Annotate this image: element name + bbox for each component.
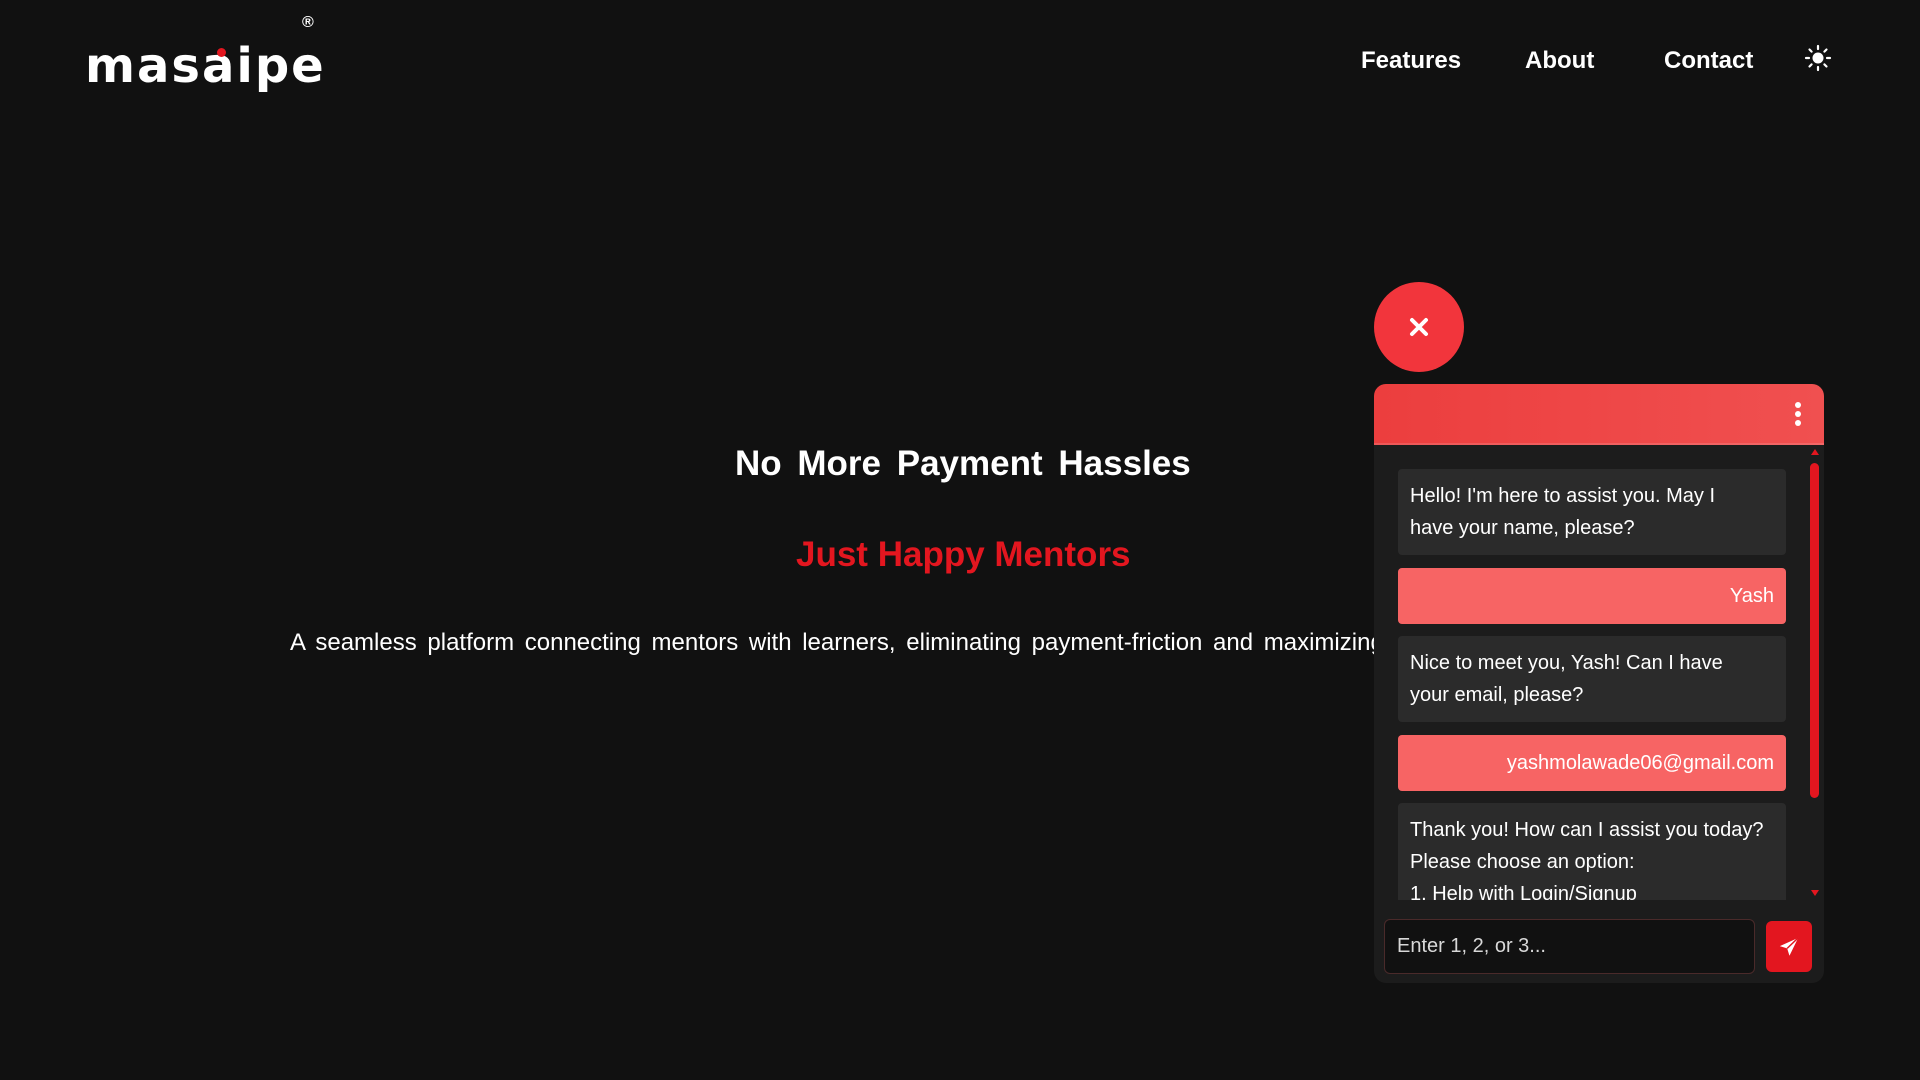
- hero-title-word: No: [735, 444, 782, 483]
- message-line: have your name, please?: [1410, 517, 1635, 539]
- scroll-up-arrow-icon[interactable]: [1811, 449, 1819, 455]
- hero-title-word: Hassles: [1058, 444, 1191, 483]
- hero-title: No More Payment Hassles: [735, 444, 1191, 484]
- registered-mark: ®: [302, 14, 314, 31]
- chat-input-row: [1384, 919, 1814, 974]
- hero-subtitle-word: Mentors: [994, 535, 1131, 574]
- send-button[interactable]: [1766, 921, 1812, 972]
- chat-input[interactable]: [1384, 919, 1755, 974]
- chat-messages[interactable]: Hello! I'm here to assist you. May I hav…: [1374, 445, 1824, 900]
- message-line: Hello! I'm here to assist you. May I: [1410, 485, 1716, 507]
- close-icon: [1410, 318, 1428, 336]
- logo-dot: [217, 48, 226, 57]
- send-icon: [1779, 936, 1799, 956]
- scroll-thumb[interactable]: [1810, 463, 1819, 798]
- nav-features[interactable]: Features: [1361, 47, 1461, 75]
- nav-about[interactable]: About: [1525, 47, 1594, 75]
- hero-title-word: More: [797, 444, 882, 483]
- hero-description: A seamless platform connecting mentors w…: [290, 629, 1403, 656]
- chat-scrollbar[interactable]: [1809, 445, 1821, 900]
- hero-subtitle-word: Happy: [877, 535, 985, 574]
- hero-subtitle-word: Just: [796, 535, 868, 574]
- message-line: Please choose an option:: [1410, 851, 1635, 873]
- bot-message: Thank you! How can I assist you today? P…: [1398, 803, 1786, 900]
- hero-subtitle: Just Happy Mentors: [796, 535, 1131, 575]
- hero-title-word: Payment: [896, 444, 1043, 483]
- nav-contact[interactable]: Contact: [1664, 47, 1753, 75]
- close-chat-button[interactable]: [1374, 282, 1464, 372]
- message-line: 1. Help with Login/Signup: [1410, 883, 1637, 900]
- bot-message: Hello! I'm here to assist you. May I hav…: [1398, 469, 1786, 555]
- message-line: Nice to meet you, Yash! Can I have: [1410, 652, 1723, 674]
- user-message: yashmolawade06@gmail.com: [1398, 735, 1786, 791]
- message-line: your email, please?: [1410, 684, 1584, 706]
- chat-window: Hello! I'm here to assist you. May I hav…: [1374, 384, 1824, 983]
- message-line: Thank you! How can I assist you today?: [1410, 819, 1764, 841]
- chat-header: [1374, 384, 1824, 445]
- sun-icon[interactable]: [1804, 44, 1832, 72]
- bot-message: Nice to meet you, Yash! Can I have your …: [1398, 636, 1786, 722]
- scroll-down-arrow-icon[interactable]: [1811, 890, 1819, 896]
- user-message: Yash: [1398, 568, 1786, 624]
- more-vertical-icon[interactable]: [1794, 402, 1802, 426]
- logo[interactable]: masaipe: [85, 38, 326, 94]
